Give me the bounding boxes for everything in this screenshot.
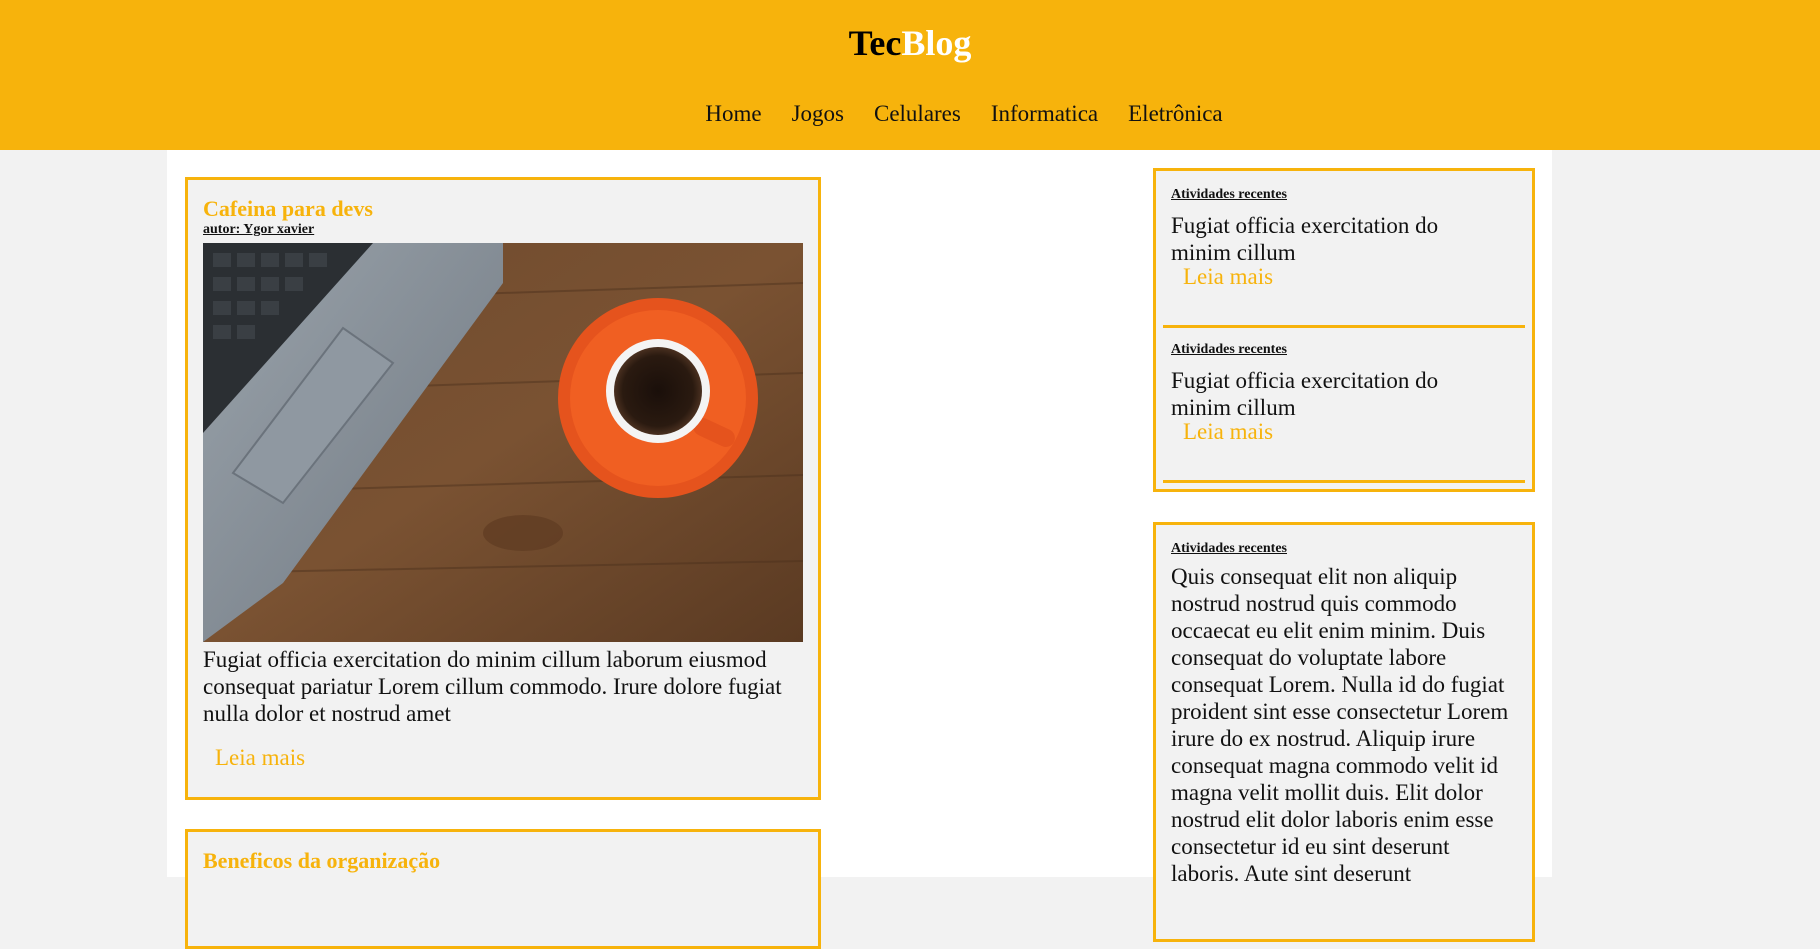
content-area: Cafeina para devs autor: Ygor xavier Fug… [167,150,1552,949]
logo-blog: Blog [901,23,972,63]
logo-tec: Tec [848,23,902,63]
divider [1163,480,1525,483]
read-more-link[interactable]: Leia mais [215,745,305,771]
post-author[interactable]: autor: Ygor xavier [203,222,314,238]
read-more-link[interactable]: Leia mais [1183,419,1273,445]
recent-activity-text: Fugiat officia exercitation do minim cil… [1171,368,1439,420]
nav-jogos[interactable]: Jogos [777,101,859,127]
recent-activities-box: Atividades recentes Fugiat officia exerc… [1153,168,1535,492]
nav-celulares[interactable]: Celulares [859,101,976,127]
recent-activity-text: Quis consequat elit non aliquip nostrud … [1171,564,1509,886]
laptop-coffee-photo [203,243,803,642]
post-excerpt: Fugiat officia exercitation do minim cil… [203,647,782,726]
nav-eletronica[interactable]: Eletrônica [1113,101,1238,127]
nav-informatica[interactable]: Informatica [976,101,1113,127]
post-title[interactable]: Beneficos da organização [203,848,440,874]
post-title[interactable]: Cafeina para devs [203,196,373,222]
site-header: TecBlog Home Jogos Celulares Informatica… [0,0,1820,150]
site-logo[interactable]: TecBlog [0,22,1820,64]
recent-activities-title[interactable]: Atividades recentes [1171,541,1287,557]
recent-activities-title[interactable]: Atividades recentes [1171,187,1287,203]
post-image [203,243,803,642]
post-card: Cafeina para devs autor: Ygor xavier Fug… [185,177,821,800]
main-nav: Home Jogos Celulares Informatica Eletrôn… [0,101,1820,127]
recent-activities-title[interactable]: Atividades recentes [1171,342,1287,358]
read-more-link[interactable]: Leia mais [1183,264,1273,290]
divider [1163,325,1525,328]
nav-home[interactable]: Home [690,101,776,127]
post-card: Beneficos da organização [185,829,821,949]
recent-activities-box: Atividades recentes Quis consequat elit … [1153,522,1535,942]
recent-activity-text: Fugiat officia exercitation do minim cil… [1171,213,1439,265]
